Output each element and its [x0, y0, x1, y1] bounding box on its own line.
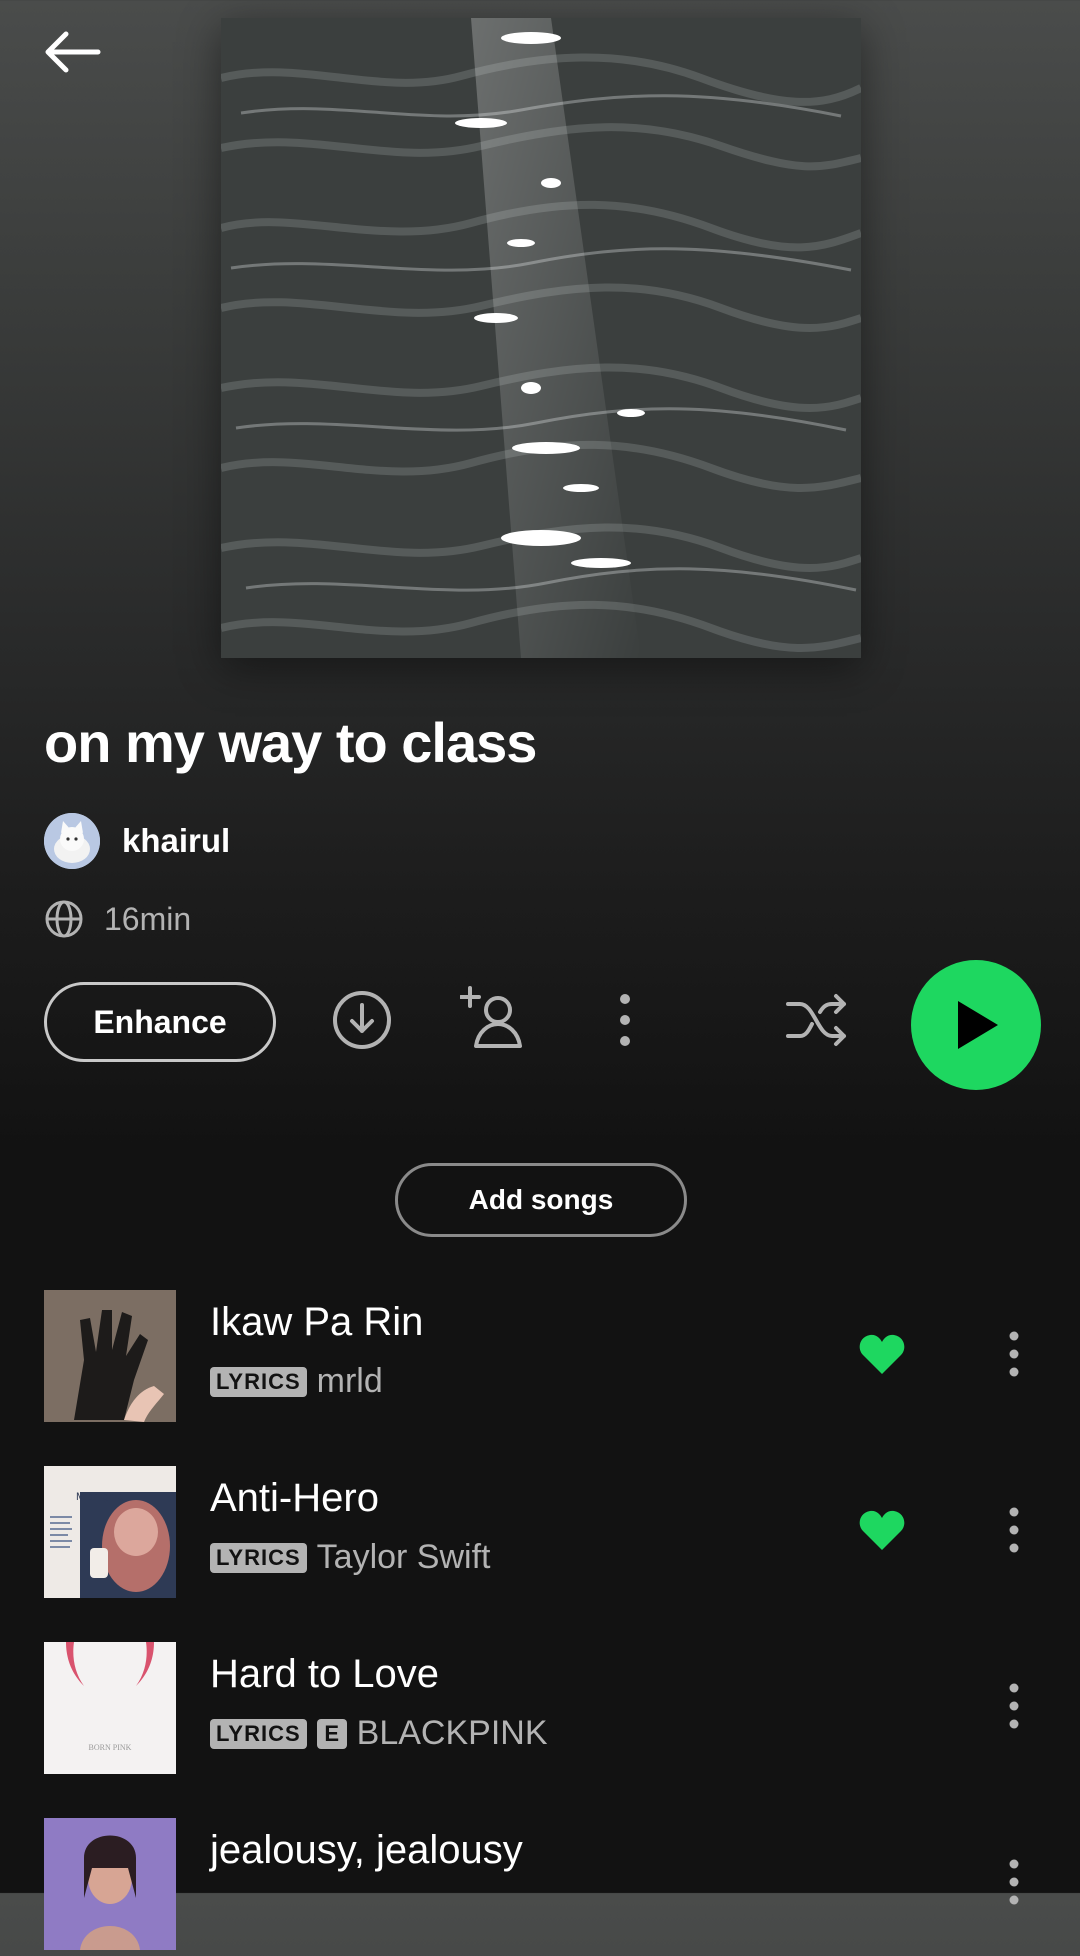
back-button[interactable]: [40, 28, 104, 76]
track-row[interactable]: jealousy, jealousy: [0, 1806, 1080, 1956]
more-vertical-icon: [620, 994, 630, 1046]
track-title: Hard to Love: [210, 1652, 440, 1696]
track-row[interactable]: BORN PINK Hard to Love LYRICS E BLACKPIN…: [0, 1630, 1080, 1780]
more-vertical-icon: [1009, 1507, 1019, 1553]
album-cover-text: BORN PINK: [89, 1743, 132, 1752]
track-title: jealousy, jealousy: [210, 1828, 523, 1872]
track-row[interactable]: Ikaw Pa Rin LYRICS mrld: [0, 1278, 1080, 1428]
more-vertical-icon: [1009, 1859, 1019, 1905]
track-more-button[interactable]: [1000, 1502, 1028, 1558]
track-row[interactable]: Midnights Anti-Hero LYRICS Taylor Swift: [0, 1454, 1080, 1604]
download-button[interactable]: [330, 988, 394, 1052]
track-title: Anti-Hero: [210, 1476, 379, 1520]
track-title: Ikaw Pa Rin: [210, 1300, 424, 1344]
like-button[interactable]: [858, 1332, 906, 1376]
track-cover-image: [44, 1290, 176, 1422]
track-artist[interactable]: BLACKPINK: [357, 1714, 548, 1753]
more-vertical-icon: [1009, 1683, 1019, 1729]
add-collaborator-button[interactable]: [460, 984, 530, 1050]
playlist-cover-image: [221, 18, 861, 658]
add-user-icon: [460, 986, 522, 1048]
track-cover-image: [44, 1818, 176, 1950]
owner-row[interactable]: khairul: [44, 812, 230, 870]
playlist-title: on my way to class: [44, 711, 537, 774]
track-more-button[interactable]: [1000, 1678, 1028, 1734]
track-cover-image: BORN PINK: [44, 1642, 176, 1774]
arrow-left-icon: [45, 31, 101, 73]
more-options-button[interactable]: [610, 990, 640, 1050]
avatar[interactable]: [44, 813, 100, 869]
shuffle-button[interactable]: [782, 990, 852, 1050]
heart-filled-icon: [859, 1334, 905, 1374]
track-artist[interactable]: mrld: [317, 1362, 383, 1401]
playlist-meta: 16min: [44, 897, 191, 941]
enhance-button[interactable]: Enhance: [44, 982, 276, 1062]
track-more-button[interactable]: [1000, 1854, 1028, 1910]
download-circle-icon: [333, 991, 391, 1049]
explicit-badge: E: [316, 1718, 347, 1749]
like-button[interactable]: [858, 1508, 906, 1552]
album-cover-text: Midnights: [76, 1491, 124, 1503]
play-button[interactable]: [911, 960, 1041, 1090]
more-vertical-icon: [1009, 1331, 1019, 1377]
track-cover-image: Midnights: [44, 1466, 176, 1598]
track-more-button[interactable]: [1000, 1326, 1028, 1382]
track-subtitle: LYRICS mrld: [210, 1362, 383, 1401]
shuffle-icon: [786, 994, 846, 1046]
playlist-duration: 16min: [104, 900, 192, 937]
play-icon: [958, 1001, 998, 1049]
owner-name[interactable]: khairul: [122, 822, 230, 860]
lyrics-badge: LYRICS: [210, 1718, 307, 1749]
heart-filled-icon: [859, 1510, 905, 1550]
track-subtitle: LYRICS E BLACKPINK: [210, 1714, 548, 1753]
add-songs-button[interactable]: Add songs: [395, 1163, 687, 1237]
globe-icon: [45, 900, 83, 938]
track-artist[interactable]: Taylor Swift: [317, 1538, 491, 1577]
lyrics-badge: LYRICS: [210, 1366, 307, 1397]
lyrics-badge: LYRICS: [210, 1542, 307, 1573]
track-subtitle: LYRICS Taylor Swift: [210, 1538, 490, 1577]
